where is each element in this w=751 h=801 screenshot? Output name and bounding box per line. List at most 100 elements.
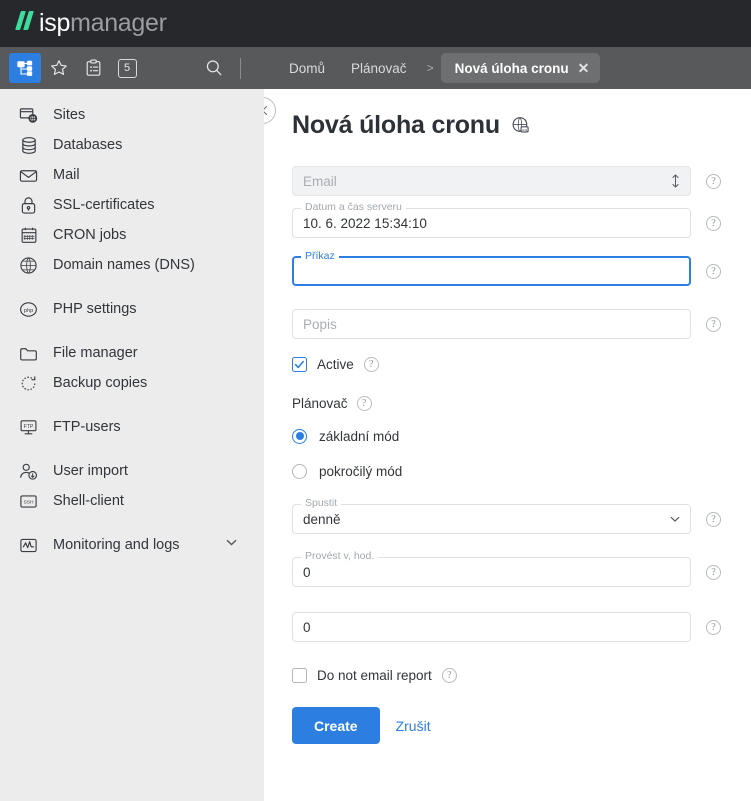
server-datetime-input[interactable]: Datum a čas serveru 10. 6. 2022 15:34:10	[292, 202, 691, 238]
sidebar-item-cron-jobs[interactable]: CRON jobs	[0, 220, 264, 250]
sidebar-item-databases[interactable]: Databases	[0, 130, 264, 160]
hour-input[interactable]: Provést v, hod. 0	[292, 551, 691, 587]
help-icon[interactable]: ?	[706, 619, 721, 635]
radio-advanced-mode[interactable]: pokročilý mód	[292, 456, 751, 486]
ftp-icon: FTP	[18, 417, 39, 438]
breadcrumb-item-home[interactable]: Domů	[276, 61, 338, 76]
help-icon[interactable]: ?	[706, 511, 721, 527]
form-actions: Create Zrušit	[292, 707, 751, 744]
sidebar-item-label: Domain names (DNS)	[53, 257, 195, 273]
sidebar-item-monitoring-and-logs[interactable]: Monitoring and logs	[0, 530, 264, 560]
sidebar-item-sites[interactable]: Sites	[0, 100, 264, 130]
sidebar-item-label: Mail	[53, 167, 80, 183]
globe-translate-icon[interactable]	[511, 116, 530, 135]
sidebar-item-shell-client[interactable]: SSH Shell-client	[0, 486, 264, 516]
help-icon[interactable]: ?	[706, 263, 721, 279]
badge-count-icon[interactable]: 5	[111, 53, 143, 83]
chevron-down-icon[interactable]	[669, 513, 681, 525]
breadcrumb-item-scheduler[interactable]: Plánovač	[338, 61, 420, 76]
description-input[interactable]: Popis	[292, 309, 691, 339]
run-select[interactable]: Spustit denně	[292, 498, 691, 534]
create-button[interactable]: Create	[292, 707, 380, 744]
email-placeholder: Email	[303, 173, 337, 189]
site-tree-icon[interactable]	[9, 53, 41, 83]
sidebar-item-label: Sites	[53, 107, 86, 123]
logo-slashes-icon	[15, 11, 34, 30]
ssh-icon: SSH	[18, 491, 39, 512]
clipboard-icon[interactable]	[77, 53, 109, 83]
hour-value: 0	[303, 564, 311, 580]
no-email-checkbox[interactable]	[292, 668, 307, 683]
help-icon[interactable]: ?	[706, 564, 721, 580]
radio-basic-mode-label: základní mód	[319, 428, 400, 444]
folder-icon	[18, 343, 39, 364]
sidebar-item-label: Databases	[53, 137, 123, 153]
mail-icon	[18, 165, 39, 186]
breadcrumb-tab-active[interactable]: Nová úloha cronu ✕	[440, 53, 601, 83]
close-tab-icon[interactable]: ✕	[578, 61, 590, 75]
minute-input[interactable]: 0	[292, 612, 691, 642]
sidebar-item-mail[interactable]: Mail	[0, 160, 264, 190]
scheduler-group-title-row: Plánovač ?	[292, 396, 751, 411]
breadcrumb-separator: >	[426, 61, 434, 75]
radio-basic-mode[interactable]: základní mód	[292, 421, 751, 451]
help-icon[interactable]: ?	[363, 357, 379, 372]
help-icon[interactable]: ?	[706, 173, 721, 189]
application-window: isp manager 5 Domů Plánovač > Nová úloha…	[0, 0, 751, 801]
sidebar-item-ssl-certificates[interactable]: SSL-certificates	[0, 190, 264, 220]
description-field-row: Popis ?	[292, 309, 751, 339]
minute-value: 0	[303, 619, 311, 635]
sidebar-item-label: Shell-client	[53, 493, 124, 509]
scheduler-group-title: Plánovač	[292, 396, 348, 411]
search-button[interactable]	[205, 59, 223, 77]
sidebar-item-php-settings[interactable]: php PHP settings	[0, 294, 264, 324]
lock-icon	[18, 195, 39, 216]
help-icon[interactable]: ?	[441, 668, 457, 683]
sidebar-item-label: User import	[53, 463, 128, 479]
sidebar-item-backup-copies[interactable]: Backup copies	[0, 368, 264, 398]
sidebar-item-user-import[interactable]: User import	[0, 456, 264, 486]
description-placeholder: Popis	[303, 316, 337, 332]
sidebar-item-label: CRON jobs	[53, 227, 127, 243]
logo-text-isp: isp	[39, 9, 71, 37]
email-input[interactable]: Email	[292, 166, 691, 196]
body-area: Sites Databases Mail SSL-certificates CR…	[0, 89, 751, 801]
top-bar: isp manager	[0, 0, 751, 47]
no-email-checkbox-label: Do not email report	[317, 668, 432, 683]
cancel-button[interactable]: Zrušit	[396, 718, 431, 734]
active-checkbox-label: Active	[317, 357, 354, 372]
sidebar-item-label: SSL-certificates	[53, 197, 155, 213]
active-checkbox[interactable]	[292, 357, 307, 372]
sidebar-item-file-manager[interactable]: File manager	[0, 338, 264, 368]
help-icon[interactable]: ?	[706, 316, 721, 332]
star-icon[interactable]	[43, 53, 75, 83]
sidebar-item-label: Monitoring and logs	[53, 537, 180, 553]
sidebar-item-label: PHP settings	[53, 301, 137, 317]
chevron-down-icon[interactable]	[225, 536, 238, 554]
hour-field-row: Provést v, hod. 0 ?	[292, 551, 751, 587]
help-icon[interactable]: ?	[706, 215, 721, 231]
cron-task-form: Nová úloha cronu Email ? Datum a čas ser…	[264, 89, 751, 744]
email-field-row: Email ?	[292, 166, 751, 196]
help-icon[interactable]: ?	[356, 396, 372, 411]
command-input[interactable]: Příkaz	[292, 251, 691, 286]
radio-basic-mode-indicator[interactable]	[292, 428, 307, 444]
sites-icon	[18, 105, 39, 126]
radio-advanced-mode-indicator[interactable]	[292, 463, 307, 479]
sidebar-item-domain-names[interactable]: Domain names (DNS)	[0, 250, 264, 280]
sidebar-item-ftp-users[interactable]: FTP FTP-users	[0, 412, 264, 442]
calendar-icon	[18, 225, 39, 246]
run-select-value: denně	[303, 511, 341, 527]
ispmanager-logo[interactable]: isp manager	[0, 9, 167, 38]
sidebar: Sites Databases Mail SSL-certificates CR…	[0, 89, 264, 801]
nav-divider	[240, 57, 241, 79]
run-select-legend: Spustit	[301, 498, 342, 509]
content-panel: Nová úloha cronu Email ? Datum a čas ser…	[264, 89, 751, 801]
updown-arrow-icon[interactable]	[670, 174, 681, 189]
server-datetime-value: 10. 6. 2022 15:34:10	[303, 215, 427, 231]
